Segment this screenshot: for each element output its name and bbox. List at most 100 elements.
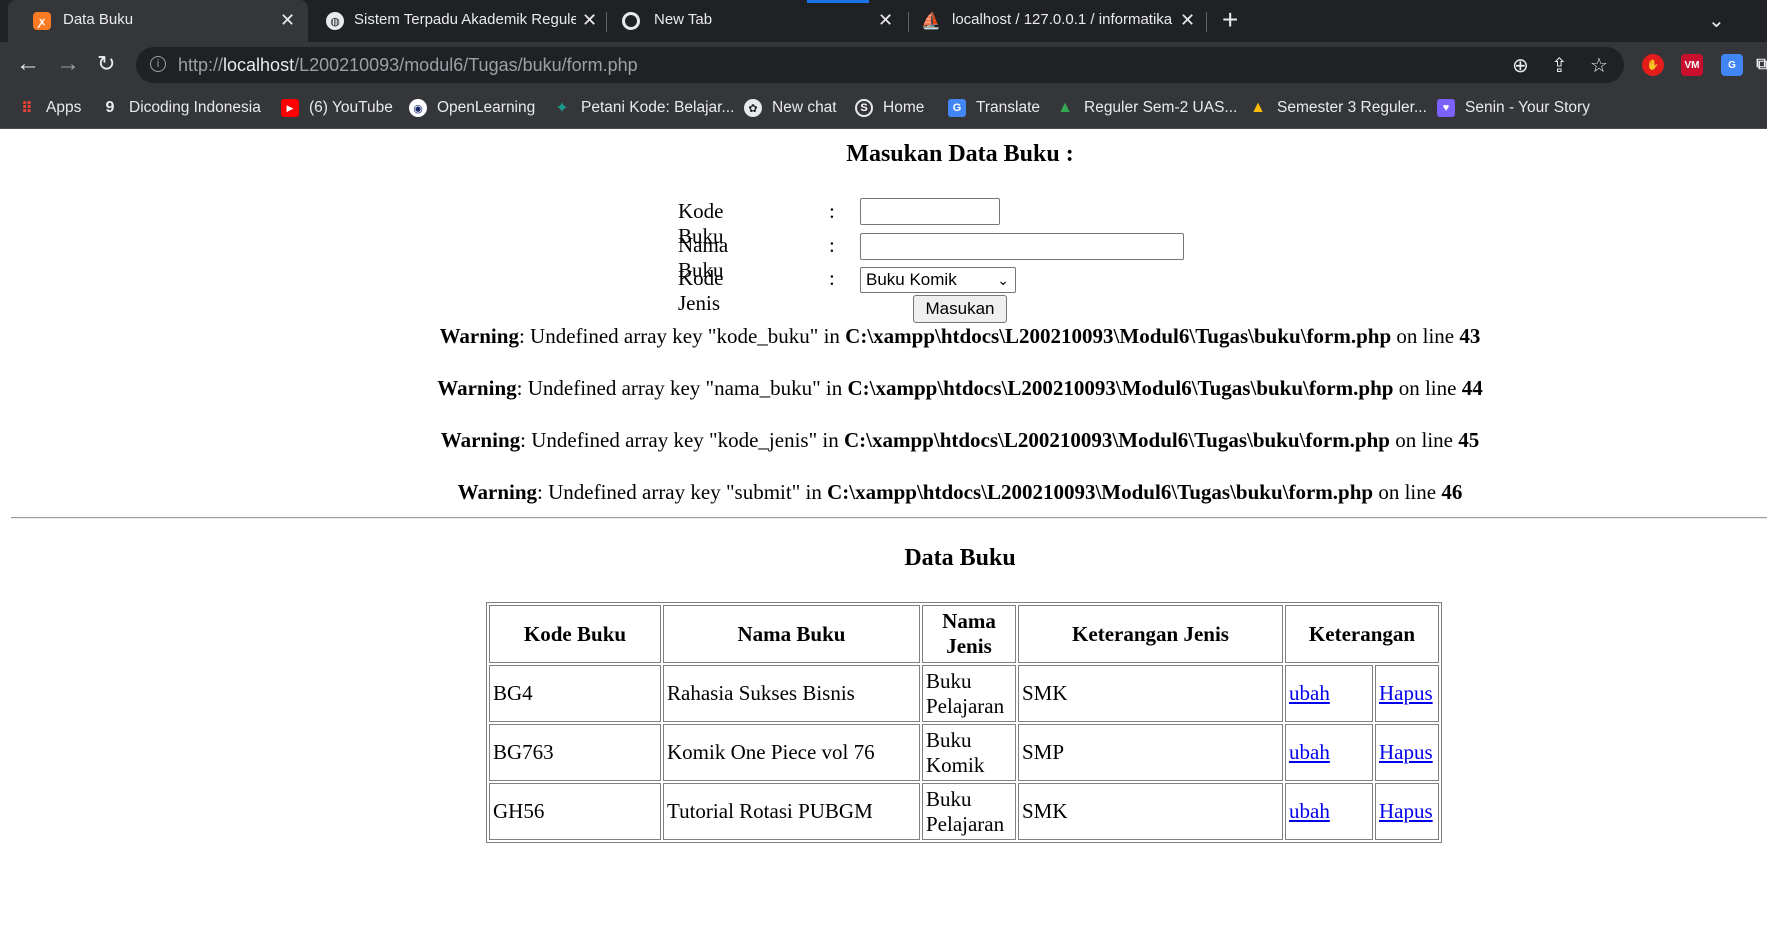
tab-separator [1206, 12, 1207, 32]
cell-kode-buku: GH56 [489, 783, 661, 840]
table-header-row: Kode Buku Nama Buku Nama Jenis Keteranga… [489, 605, 1439, 663]
ubah-link[interactable]: ubah [1289, 740, 1330, 764]
hapus-link[interactable]: Hapus [1379, 681, 1433, 705]
ubah-link[interactable]: ubah [1289, 799, 1330, 823]
cell-nama-buku: Komik One Piece vol 76 [663, 724, 920, 781]
cell-keterangan-jenis: SMP [1018, 724, 1283, 781]
url-scheme: http:// [178, 55, 224, 75]
translate-icon: G [948, 99, 966, 117]
back-arrow-icon[interactable]: ← [16, 50, 40, 78]
url-text: http://localhost/L200210093/modul6/Tugas… [178, 55, 638, 76]
nama-buku-input[interactable] [860, 233, 1184, 260]
warning-on-line: on line [1391, 324, 1460, 348]
warning-line-number: 44 [1461, 376, 1483, 400]
url-host: localhost [223, 55, 295, 75]
warning-on-line: on line [1373, 480, 1442, 504]
address-bar[interactable]: i http://localhost/L200210093/modul6/Tug… [136, 47, 1624, 83]
bookmarks-bar: ⠿ Apps 9 Dicoding Indonesia ▶ (6) YouTub… [0, 88, 1767, 129]
bookmark-new-chat[interactable]: ✿ New chat [744, 96, 837, 120]
petanikode-icon: ✦ [555, 100, 569, 117]
tab-separator [908, 12, 909, 32]
bookmark-senin-your-story[interactable]: ♥ Senin - Your Story [1437, 96, 1590, 120]
ubah-link[interactable]: ubah [1289, 681, 1330, 705]
bookmark-label: (6) YouTube [309, 99, 393, 116]
cell-delete: Hapus [1375, 783, 1439, 840]
tab-title: New Tab [654, 11, 713, 28]
cell-delete: Hapus [1375, 665, 1439, 722]
bookmark-label: Dicoding Indonesia [129, 99, 261, 116]
chatgpt-icon: ✿ [744, 99, 762, 117]
warning-path: C:\xampp\htdocs\L200210093\Modul6\Tugas\… [844, 428, 1390, 452]
bookmark-label: Senin - Your Story [1465, 99, 1590, 116]
field-label: Kode Jenis [678, 266, 724, 315]
bookmark-reguler-sem2[interactable]: ▲ Reguler Sem-2 UAS... [1056, 96, 1237, 120]
column-header: Keterangan [1285, 605, 1439, 663]
bookmark-label: Apps [46, 99, 82, 116]
warning-label: Warning [457, 480, 538, 504]
tab-title: Sistem Terpadu Akademik Reguler [354, 11, 576, 28]
masukan-button[interactable]: Masukan [913, 295, 1007, 323]
chevron-down-icon[interactable]: ⌄ [1708, 8, 1725, 33]
openlearning-icon: ◉ [409, 99, 427, 117]
column-header: Keterangan Jenis [1018, 605, 1283, 663]
star-icon[interactable]: ☆ [1590, 53, 1608, 78]
drive-icon: ▲ [1250, 99, 1266, 116]
info-icon[interactable]: i [150, 56, 166, 72]
chevron-down-icon: ⌄ [997, 272, 1009, 288]
google-translate-icon[interactable]: G [1721, 54, 1743, 76]
cell-nama-jenis: Buku Komik [922, 724, 1016, 781]
cell-edit: ubah [1285, 783, 1373, 840]
warning-label: Warning [439, 324, 519, 348]
vm-extension-icon[interactable]: VM [1681, 54, 1703, 76]
bookmark-label: Home [883, 99, 925, 116]
close-icon[interactable]: ✕ [878, 10, 893, 31]
tab-title: Data Buku [63, 11, 134, 28]
cell-nama-jenis: Buku Pelajaran [922, 665, 1016, 722]
kode-jenis-select[interactable]: Buku Komik ⌄ [860, 267, 1016, 293]
bookmark-youtube[interactable]: ▶ (6) YouTube [281, 96, 393, 120]
column-header: Nama Jenis [922, 605, 1016, 663]
bookmark-dicoding[interactable]: 9 Dicoding Indonesia [101, 96, 261, 120]
zoom-icon[interactable]: ⊕ [1512, 53, 1529, 78]
youtube-icon: ▶ [281, 99, 299, 117]
bookmark-translate[interactable]: G Translate [948, 96, 1040, 120]
dicoding-icon: 9 [105, 99, 115, 116]
bookmark-petani-kode[interactable]: ✦ Petani Kode: Belajar... [553, 96, 734, 120]
cell-kode-buku: BG763 [489, 724, 661, 781]
hapus-link[interactable]: Hapus [1379, 740, 1433, 764]
drive-icon: ▲ [1057, 99, 1073, 116]
table-row: BG4 Rahasia Sukses Bisnis Buku Pelajaran… [489, 665, 1439, 722]
tab-data-buku[interactable]: ꭗ Data Buku ✕ [8, 0, 308, 42]
bookmark-openlearning[interactable]: ◉ OpenLearning [409, 96, 535, 120]
bookmark-home[interactable]: S Home [855, 96, 924, 120]
close-icon[interactable]: ✕ [1180, 10, 1195, 31]
cell-keterangan-jenis: SMK [1018, 665, 1283, 722]
horizontal-rule [11, 517, 1767, 519]
tab-phpmyadmin[interactable]: ⛵ localhost / 127.0.0.1 / informatika ✕ [910, 0, 1206, 42]
share-icon[interactable]: ⇪ [1551, 53, 1568, 78]
page-content: Masukan Data Buku : Kode Buku : Nama Buk… [0, 129, 1767, 945]
close-icon[interactable]: ✕ [582, 10, 597, 31]
cell-edit: ubah [1285, 724, 1373, 781]
bookmark-apps[interactable]: ⠿ Apps [18, 96, 81, 120]
tab-new-tab[interactable]: New Tab ✕ [608, 0, 908, 42]
forward-arrow-icon[interactable]: → [56, 50, 80, 78]
bookmark-label: Reguler Sem-2 UAS... [1084, 99, 1238, 116]
tab-sistem-terpadu[interactable]: ◍ Sistem Terpadu Akademik Reguler ✕ [308, 0, 604, 42]
new-tab-button[interactable]: + [1222, 6, 1238, 34]
bookmark-semester3[interactable]: ▲ Semester 3 Reguler... [1249, 96, 1427, 120]
hapus-link[interactable]: Hapus [1379, 799, 1433, 823]
reload-icon[interactable]: ↻ [97, 50, 115, 78]
close-icon[interactable]: ✕ [280, 10, 295, 31]
cell-keterangan-jenis: SMK [1018, 783, 1283, 840]
adblock-icon[interactable]: ✋ [1642, 54, 1664, 76]
warning-text: : Undefined array key "kode_buku" in [518, 324, 846, 348]
warning-text: : Undefined array key "nama_buku" in [516, 376, 848, 400]
field-colon: : [829, 199, 835, 223]
skype-icon: S [855, 99, 873, 117]
kode-buku-input[interactable] [860, 198, 1000, 225]
warning-message: Warning: Undefined array key "kode_buku"… [0, 324, 1767, 349]
warning-message: Warning: Undefined array key "kode_jenis… [0, 428, 1767, 453]
puzzle-icon[interactable]: ⧉ [1751, 54, 1767, 76]
select-value: Buku Komik [866, 270, 957, 289]
